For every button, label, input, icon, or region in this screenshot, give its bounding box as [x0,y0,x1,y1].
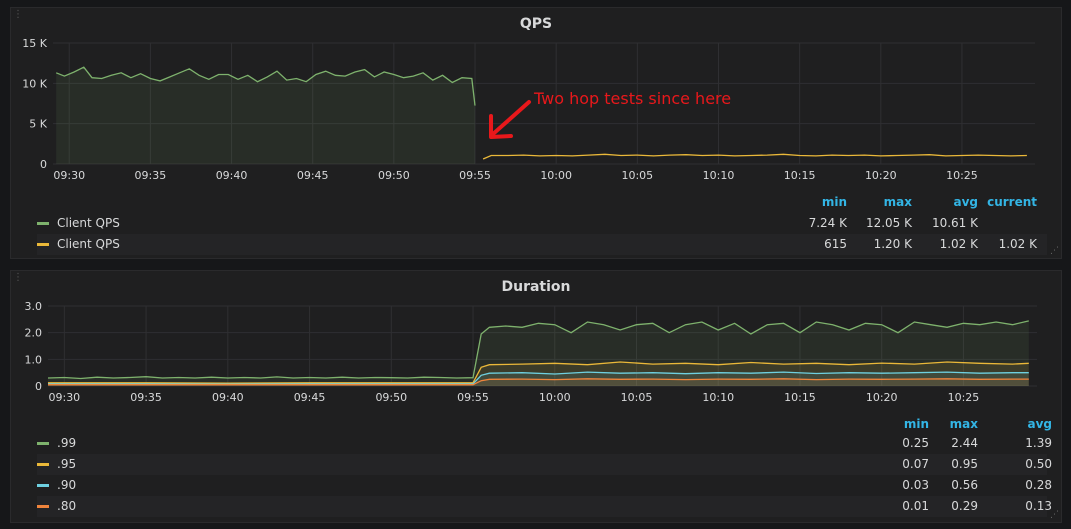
x-tick-label: 09:45 [294,391,326,404]
x-tick-label: 10:00 [539,391,571,404]
series-name[interactable]: .95 [57,457,76,471]
series-avg: 0.28 [1025,478,1052,492]
series-area [56,67,475,164]
legend-header-avg[interactable]: avg [918,195,978,209]
x-tick-label: 09:35 [135,169,167,182]
y-tick-label: 0 [35,380,42,393]
series-max: 0.56 [951,478,978,492]
series-min: 7.24 K [808,216,847,230]
series-max: 0.95 [951,457,978,471]
y-tick-label: 2.0 [25,327,43,340]
series-avg: 1.39 [1025,436,1052,450]
series-max: 1.20 K [873,237,912,251]
annotation-text: Two hop tests since here [533,89,731,108]
duration-panel: ⋮ Duration 3.0 2.0 1.0 0 09:30 09:35 09:40 09:4… [10,270,1062,523]
legend-row[interactable]: .99 0.25 2.44 1.39 [37,433,1052,454]
legend-header-min[interactable]: min [787,195,847,209]
legend-row[interactable]: Client QPS 615 1.20 K 1.02 K 1.02 K [37,234,1047,255]
x-tick-label: 10:10 [702,391,734,404]
y-tick-label: 10 K [22,77,47,90]
series-avg: 1.02 K [939,237,978,251]
series-name[interactable]: Client QPS [57,237,120,251]
x-tick-label: 09:50 [375,391,407,404]
series-current: 1.02 K [998,237,1037,251]
series-max: 12.05 K [865,216,912,230]
x-tick-label: 10:25 [946,169,978,182]
legend-header-current[interactable]: current [977,195,1037,209]
y-tick-label: 15 K [22,37,47,50]
duration-legend: min max avg .99 0.25 2.44 1.39 .95 0.07 … [37,412,1052,517]
x-tick-label: 10:20 [866,391,898,404]
legend-header: min max avg [37,414,1052,435]
duration-chart[interactable]: 3.0 2.0 1.0 0 09:30 09:35 09:40 09:45 09:50 09:55… [11,299,1061,414]
legend-header: min max avg current [37,192,1047,213]
qps-chart[interactable]: 15 K 10 K 5 K 0 09:30 09:35 09:40 09:45 09:50 09:… [11,30,1061,210]
x-tick-label: 09:40 [212,391,244,404]
series-name[interactable]: Client QPS [57,216,120,230]
x-tick-label: 09:55 [459,169,491,182]
x-tick-label: 10:25 [948,391,980,404]
x-tick-label: 09:30 [53,169,85,182]
x-tick-label: 10:10 [703,169,735,182]
x-tick-label: 09:45 [297,169,329,182]
series-color-swatch[interactable] [37,484,49,487]
legend-header-avg[interactable]: avg [992,417,1052,431]
series-max: 2.44 [951,436,978,450]
panel-title[interactable]: Duration [11,279,1061,295]
series-color-swatch[interactable] [37,222,49,225]
qps-panel: ⋮ QPS 15 K 10 K5 K 0 09:30 09:35 09:40 09:45 09… [10,7,1062,259]
series-color-swatch[interactable] [37,463,49,466]
legend-row[interactable]: .90 0.03 0.56 0.28 [37,475,1052,496]
x-tick-label: 10:05 [621,391,653,404]
qps-legend: min max avg current Client QPS 7.24 K 12… [37,190,1047,255]
series-min: 615 [824,237,847,251]
legend-header-max[interactable]: max [918,417,978,431]
legend-row[interactable]: Client QPS 7.24 K 12.05 K 10.61 K [37,213,1047,234]
series-avg: 0.50 [1025,457,1052,471]
x-tick-label: 10:00 [540,169,572,182]
x-tick-label: 09:40 [216,169,248,182]
legend-header-max[interactable]: max [852,195,912,209]
series-color-swatch[interactable] [37,505,49,508]
series-avg: 0.13 [1025,499,1052,513]
x-tick-label: 09:55 [457,391,489,404]
series-name[interactable]: .80 [57,499,76,513]
series-line [482,153,1027,160]
x-tick-label: 09:50 [378,169,410,182]
x-tick-label: 10:05 [621,169,653,182]
y-tick-label: 3.0 [25,300,43,313]
legend-row[interactable]: .80 0.01 0.29 0.13 [37,496,1052,517]
resize-handle-icon[interactable]: ⋰ [1050,246,1059,256]
y-tick-label: 1.0 [25,353,43,366]
y-tick-label: 5 K [29,118,47,131]
series-color-swatch[interactable] [37,243,49,246]
legend-row[interactable]: .95 0.07 0.95 0.50 [37,454,1052,475]
series-name[interactable]: .90 [57,478,76,492]
x-tick-label: 10:20 [865,169,897,182]
x-tick-label: 10:15 [784,391,816,404]
series-color-swatch[interactable] [37,442,49,445]
x-tick-label: 09:30 [48,391,80,404]
x-tick-label: 09:35 [130,391,162,404]
resize-handle-icon[interactable]: ⋰ [1050,510,1059,520]
y-tick-label: 0 [40,158,47,171]
annotation-arrow [489,100,531,139]
x-tick-label: 10:15 [784,169,816,182]
series-name[interactable]: .99 [57,436,76,450]
series-max: 0.29 [951,499,978,513]
arrow-shaft [491,100,531,136]
series-avg: 10.61 K [931,216,978,230]
